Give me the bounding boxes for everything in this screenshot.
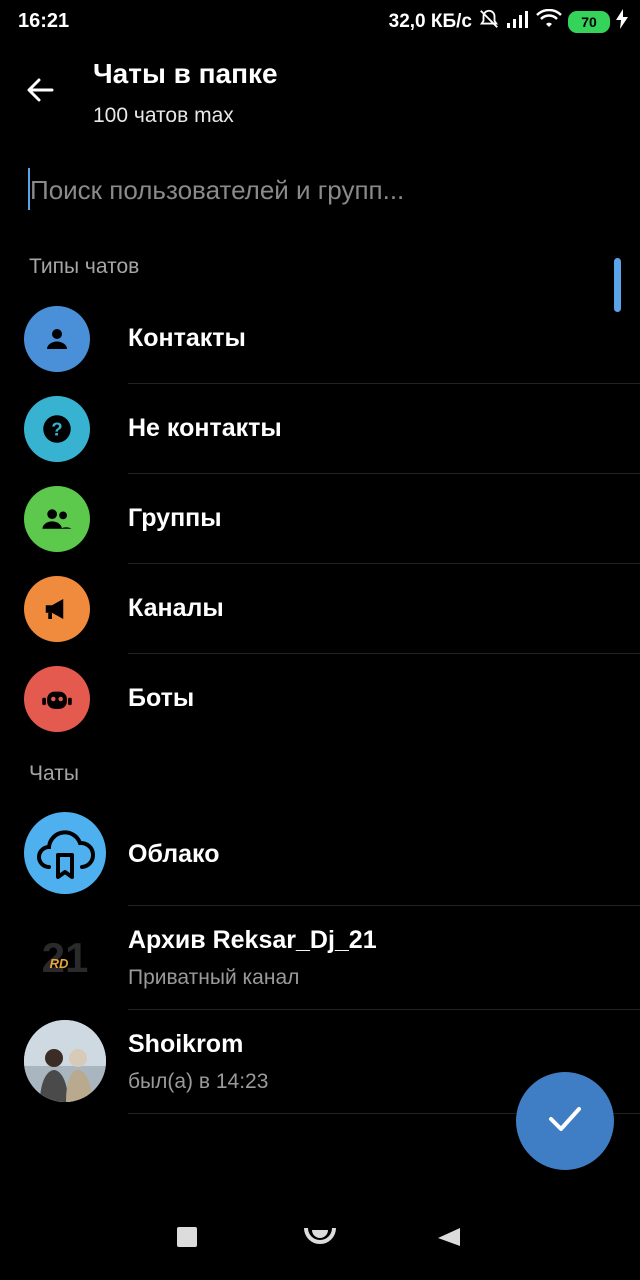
divider xyxy=(128,653,640,654)
person-icon xyxy=(24,306,90,372)
home-circle-icon[interactable] xyxy=(304,1226,336,1257)
charging-icon xyxy=(616,9,628,35)
divider xyxy=(128,383,640,384)
chat-type-label: Не контакты xyxy=(128,414,282,442)
back-button[interactable] xyxy=(16,68,64,116)
search-input[interactable] xyxy=(30,168,610,212)
svg-text:?: ? xyxy=(51,418,62,439)
chat-type-non-contacts[interactable]: ? Не контакты xyxy=(0,396,640,486)
bot-icon xyxy=(24,666,90,732)
chat-item-cloud[interactable]: Облако xyxy=(0,812,640,906)
status-icons: 32,0 КБ/с 70 xyxy=(389,8,628,36)
chat-subtitle: Приватный канал xyxy=(128,966,300,989)
megaphone-icon xyxy=(24,576,90,642)
network-speed: 32,0 КБ/с xyxy=(388,11,472,32)
scrollbar[interactable] xyxy=(614,258,621,312)
chat-type-label: Каналы xyxy=(128,594,224,622)
status-bar: 16:21 32,0 КБ/с 70 xyxy=(0,0,640,46)
svg-text:RD: RD xyxy=(50,956,69,971)
chat-type-bots[interactable]: Боты xyxy=(0,666,640,756)
chat-type-groups[interactable]: Группы xyxy=(0,486,640,576)
cloud-bookmark-icon xyxy=(24,812,106,894)
group-icon xyxy=(24,486,90,552)
chat-type-label: Контакты xyxy=(128,324,246,352)
bell-off-icon xyxy=(478,8,500,36)
chat-types-header: Типы чатов xyxy=(29,255,140,278)
divider xyxy=(128,563,640,564)
question-icon: ? xyxy=(24,396,90,462)
recents-square-icon[interactable] xyxy=(176,1226,198,1253)
signal-icon xyxy=(506,9,530,35)
app-bar: Чаты в папке 100 чатов max xyxy=(0,46,640,146)
chat-type-contacts[interactable]: Контакты xyxy=(0,306,640,396)
chat-title: Облако xyxy=(128,840,220,868)
chat-type-label: Группы xyxy=(128,504,222,532)
confirm-button[interactable] xyxy=(516,1072,614,1170)
back-triangle-icon[interactable] xyxy=(436,1226,462,1253)
chat-title: Shoikrom xyxy=(128,1030,244,1058)
chat-type-label: Боты xyxy=(128,684,195,712)
chat-item-archive[interactable]: 21 RD Архив Reksar_Dj_21 Приватный канал xyxy=(0,906,640,1010)
arrow-left-icon xyxy=(24,74,56,111)
chat-title: Архив Reksar_Dj_21 xyxy=(128,926,377,954)
battery-icon: 70 xyxy=(568,11,610,33)
user-photo-avatar xyxy=(24,1020,106,1102)
wifi-icon xyxy=(536,8,562,35)
page-subtitle: 100 чатов max xyxy=(93,104,234,127)
chat-type-channels[interactable]: Каналы xyxy=(0,576,640,666)
divider xyxy=(128,473,640,474)
status-time: 16:21 xyxy=(18,10,70,32)
search-bar xyxy=(26,168,616,214)
system-nav-bar xyxy=(0,1196,640,1280)
chat-subtitle: был(а) в 14:23 xyxy=(128,1070,269,1093)
chats-header: Чаты xyxy=(29,762,79,785)
logo-21-rd: 21 RD xyxy=(24,916,106,998)
check-icon xyxy=(547,1104,583,1139)
page-title: Чаты в папке xyxy=(93,58,278,89)
